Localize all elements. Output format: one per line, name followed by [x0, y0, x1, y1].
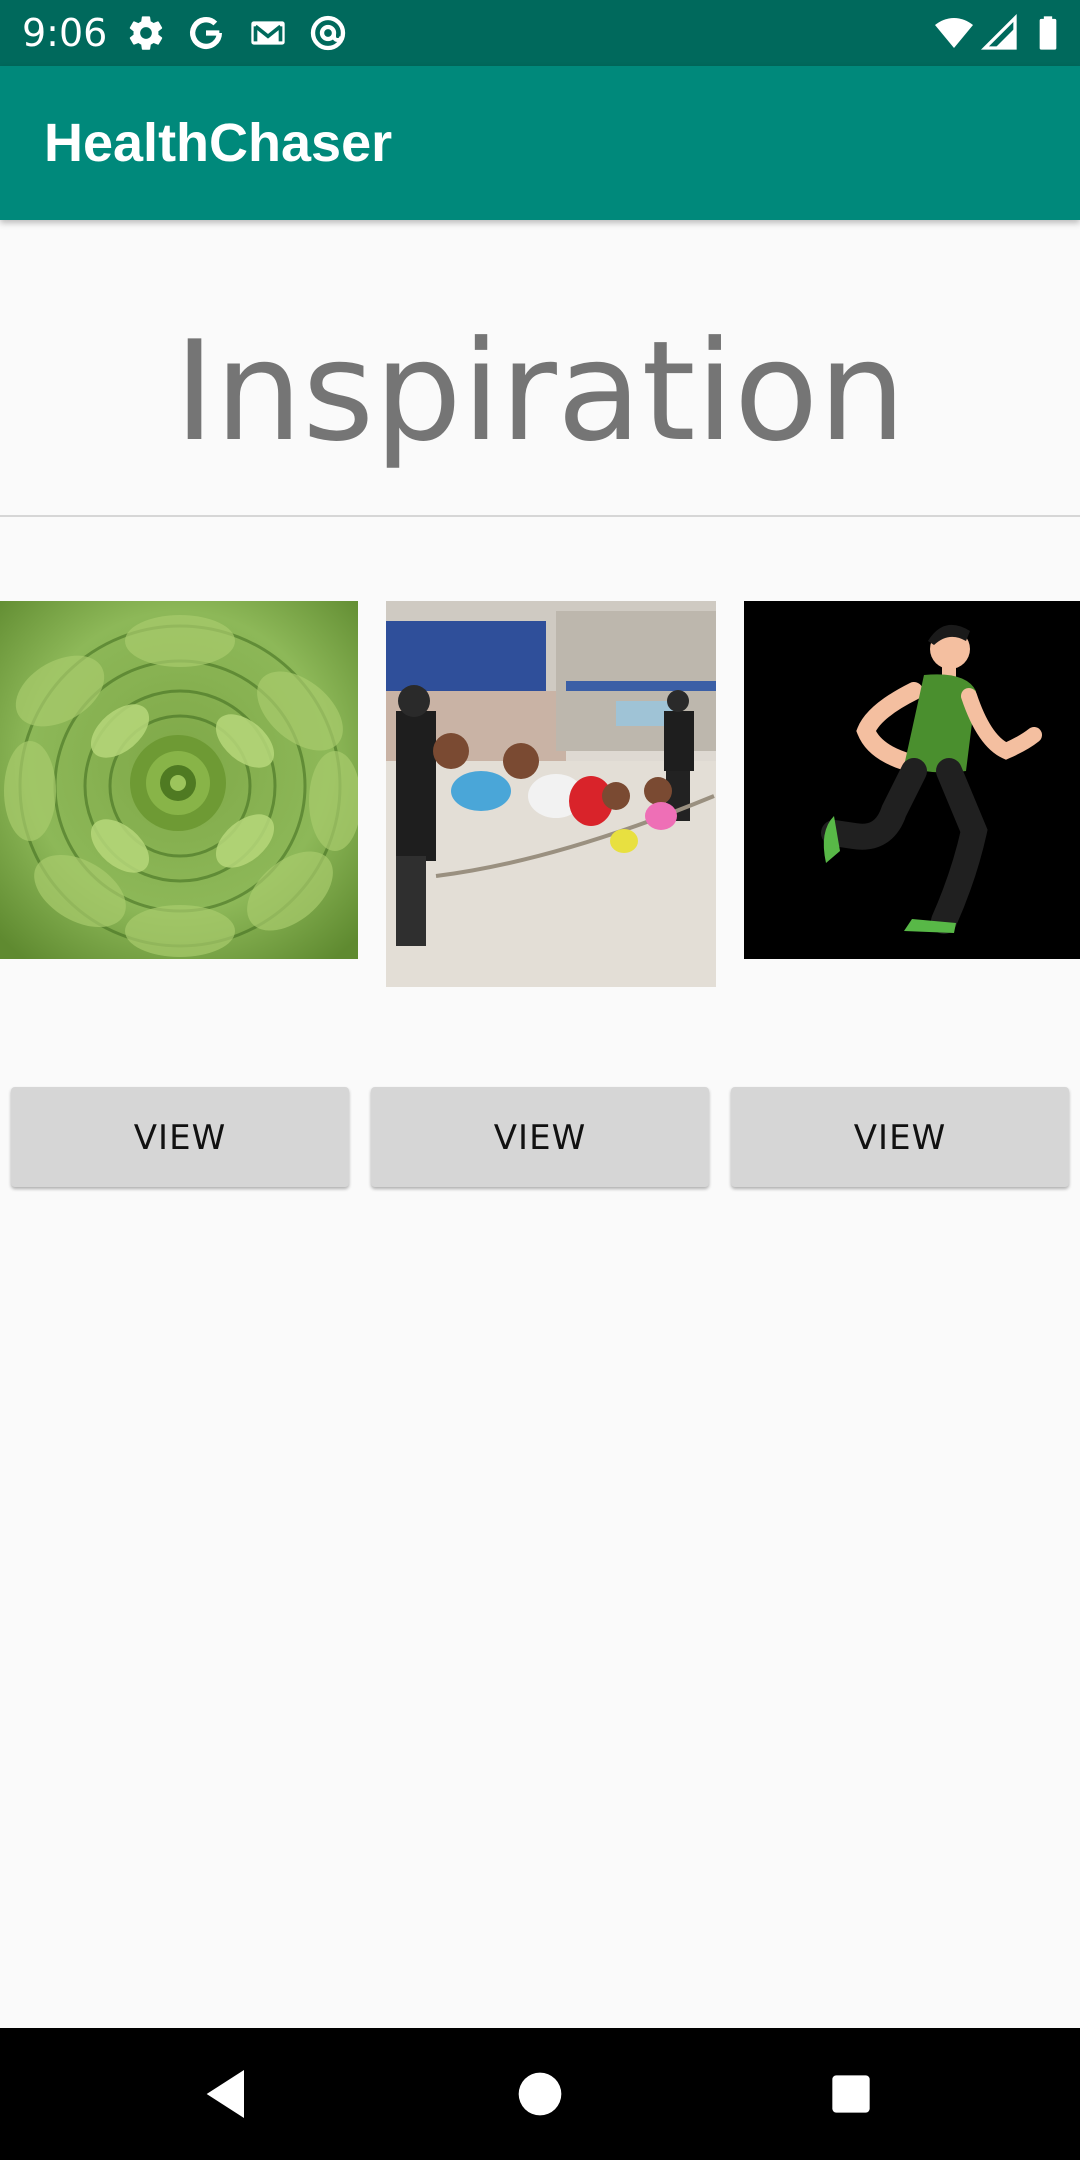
- status-bar: 9:06: [0, 0, 1080, 66]
- recents-icon[interactable]: [819, 2062, 883, 2126]
- artichoke-image: [0, 601, 358, 959]
- wifi-icon: [934, 13, 974, 53]
- running-man-image: [744, 601, 1080, 959]
- jumping-dogs-image: [386, 601, 716, 987]
- at-sign-icon: [308, 13, 348, 53]
- divider: [0, 515, 1080, 517]
- battery-icon: [1028, 13, 1068, 53]
- view-button-artichoke[interactable]: VIEW: [11, 1087, 349, 1187]
- signal-icon: [980, 13, 1020, 53]
- view-button-running-man[interactable]: VIEW: [731, 1087, 1069, 1187]
- back-icon[interactable]: [196, 2062, 260, 2126]
- page-title: Inspiration: [174, 311, 906, 472]
- google-icon: [186, 13, 226, 53]
- app-bar: HealthChaser: [0, 66, 1080, 220]
- view-button-jumping-dogs[interactable]: VIEW: [371, 1087, 709, 1187]
- gmail-icon: [248, 13, 288, 53]
- navigation-bar: [0, 2028, 1080, 2160]
- status-time: 9:06: [22, 11, 108, 55]
- gear-icon: [126, 13, 166, 53]
- home-icon[interactable]: [508, 2062, 572, 2126]
- app-title: HealthChaser: [44, 113, 393, 173]
